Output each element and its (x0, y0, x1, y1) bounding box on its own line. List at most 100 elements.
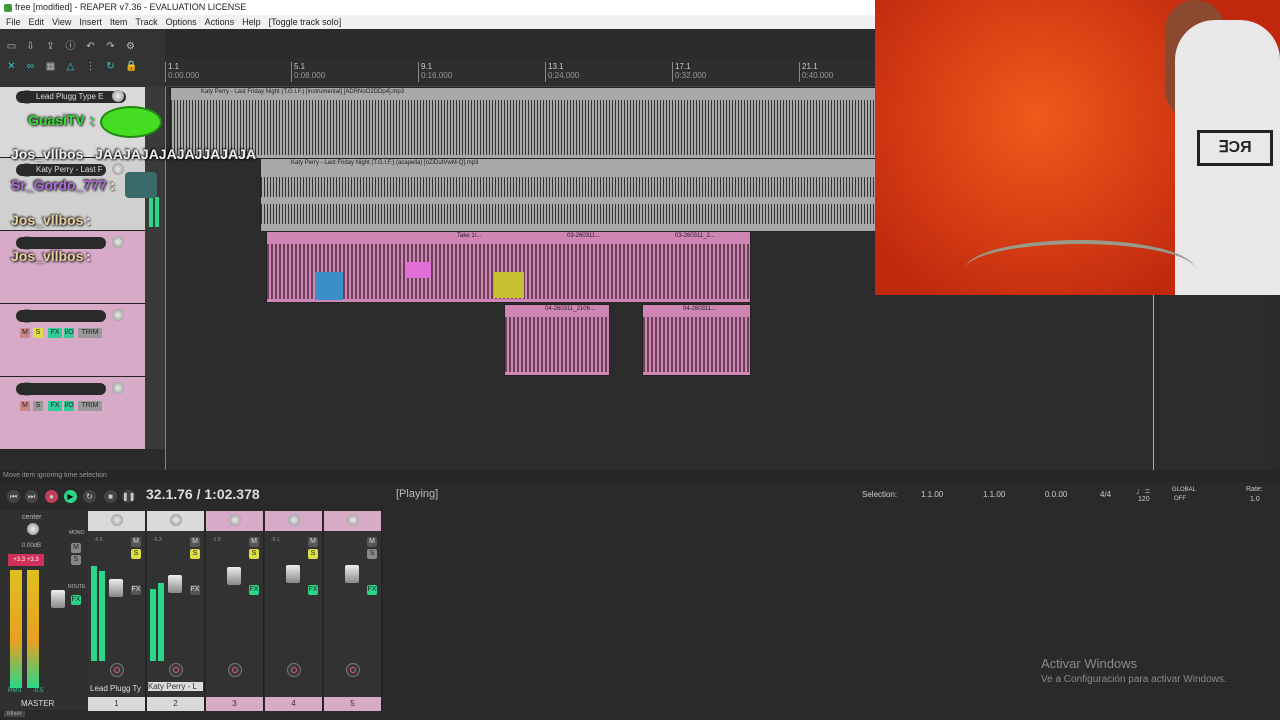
mute-button[interactable]: M (20, 401, 30, 411)
mono-button[interactable]: MONO (69, 530, 85, 536)
record-button[interactable]: ● (45, 490, 58, 503)
stop-button[interactable]: ■ (104, 490, 117, 503)
io-button[interactable]: I/O (64, 401, 74, 411)
volume-fader[interactable] (286, 565, 300, 583)
route-button[interactable]: ROUTE (68, 584, 86, 590)
timeline-ruler[interactable]: 1.1 0:00.000 5.1 0:08.000 9.1 0:16.000 13.1… (165, 58, 875, 87)
go-to-end-icon[interactable]: ⏭ (25, 490, 38, 503)
time-signature[interactable]: 4/4 (1100, 490, 1111, 499)
record-arm-button[interactable] (287, 663, 301, 677)
menu-file[interactable]: File (6, 17, 21, 27)
fx-button[interactable]: FX (367, 585, 377, 595)
pan-knob[interactable] (170, 514, 182, 526)
fx-button[interactable]: FX (131, 585, 141, 595)
volume-fader[interactable] (345, 565, 359, 583)
master-mute-button[interactable]: M (71, 543, 81, 553)
master-fx-button[interactable]: FX (71, 595, 81, 605)
strip-name[interactable]: Katy Perry - L (148, 682, 203, 691)
item-grouping-icon[interactable]: ∞ (25, 61, 36, 72)
repeat-button[interactable]: ↻ (83, 490, 96, 503)
menu-insert[interactable]: Insert (79, 17, 102, 27)
menu-track[interactable]: Track (135, 17, 157, 27)
record-arm-button[interactable] (346, 663, 360, 677)
solo-button[interactable]: S (367, 549, 377, 559)
record-arm-button[interactable] (110, 663, 124, 677)
track-4-header[interactable]: M S FX I/O TRIM (0, 304, 145, 377)
pan-knob[interactable] (229, 514, 241, 526)
lock-icon[interactable]: 🔒 (125, 61, 137, 72)
selected-item-region[interactable] (405, 262, 431, 278)
mixer-tab[interactable]: Mixer (4, 711, 25, 717)
volume-fader[interactable] (168, 575, 182, 593)
pan-knob[interactable] (288, 514, 300, 526)
save-project-icon[interactable]: ⇪ (45, 41, 56, 52)
metronome-icon[interactable]: ⚙ (125, 41, 136, 52)
track-5-header[interactable]: M S FX I/O TRIM (0, 377, 145, 450)
master-pan-knob[interactable] (27, 523, 39, 535)
media-item-recording[interactable]: 04-260311... (642, 304, 751, 376)
volume-knob[interactable] (112, 309, 124, 321)
play-button[interactable]: ▶ (64, 490, 77, 503)
rate-value[interactable]: 1.0 (1250, 496, 1260, 503)
selected-item-region[interactable] (494, 272, 524, 298)
mute-button[interactable]: M (249, 537, 259, 547)
track-3-header[interactable] (0, 231, 145, 304)
fx-button[interactable]: FX (190, 585, 200, 595)
selected-item-region[interactable] (315, 272, 343, 300)
mute-button[interactable]: M (367, 537, 377, 547)
redo-icon[interactable]: ↷ (105, 41, 116, 52)
menu-view[interactable]: View (52, 17, 71, 27)
pan-knob[interactable] (111, 514, 123, 526)
media-item-comp[interactable]: Take 1/... 03-260311... 03-260311_2... (266, 231, 751, 303)
menu-options[interactable]: Options (166, 17, 197, 27)
solo-button[interactable]: S (33, 401, 43, 411)
mute-button[interactable]: M (131, 537, 141, 547)
media-item-recording[interactable]: 04-260311_2106... (504, 304, 610, 376)
selection-start[interactable]: 1.1.00 (921, 490, 943, 499)
auto-crossfade-icon[interactable]: ↻ (105, 61, 116, 72)
volume-fader[interactable] (227, 567, 241, 585)
master-fader[interactable] (51, 590, 65, 608)
global-automation-state[interactable]: OFF (1174, 496, 1186, 502)
undo-icon[interactable]: ↶ (85, 41, 96, 52)
volume-knob[interactable] (112, 236, 124, 248)
menu-help[interactable]: Help (242, 17, 261, 27)
menu-toggle-track-solo[interactable]: [Toggle track solo] (269, 17, 342, 27)
mute-button[interactable]: M (308, 537, 318, 547)
volume-fader[interactable] (109, 579, 123, 597)
open-project-icon[interactable]: ⇩ (25, 41, 36, 52)
track-name[interactable]: Katy Perry - Last F (16, 164, 106, 176)
project-settings-icon[interactable]: ⓘ (65, 41, 76, 52)
pan-knob[interactable] (347, 514, 359, 526)
volume-knob[interactable] (112, 90, 124, 102)
solo-button[interactable]: S (33, 328, 43, 338)
fx-button[interactable]: FX (48, 328, 62, 338)
vertical-scrollbar[interactable] (1270, 295, 1280, 470)
metronome-note-icon[interactable]: ♩= (1136, 486, 1150, 496)
fx-button[interactable]: FX (48, 401, 62, 411)
menu-edit[interactable]: Edit (29, 17, 45, 27)
selection-end[interactable]: 1.1.00 (983, 490, 1005, 499)
snap-grid-icon[interactable]: ▦ (45, 61, 56, 72)
menu-item[interactable]: Item (110, 17, 128, 27)
tempo-bpm[interactable]: 120 (1138, 496, 1150, 503)
record-arm-button[interactable] (169, 663, 183, 677)
track-name[interactable] (16, 383, 106, 395)
selection-length[interactable]: 0.0.00 (1045, 490, 1067, 499)
trim-button[interactable]: TRIM (78, 328, 102, 338)
new-project-icon[interactable]: ▭ (6, 41, 17, 52)
volume-knob[interactable] (112, 382, 124, 394)
global-automation-label[interactable]: GLOBAL (1172, 487, 1196, 493)
mute-button[interactable]: M (20, 328, 30, 338)
envelope-points-icon[interactable]: △ (65, 61, 76, 72)
trim-button[interactable]: TRIM (78, 401, 102, 411)
solo-button[interactable]: S (190, 549, 200, 559)
solo-button[interactable]: S (249, 549, 259, 559)
solo-button[interactable]: S (131, 549, 141, 559)
fx-button[interactable]: FX (308, 585, 318, 595)
media-item-acapella[interactable]: Katy Perry - Last Friday Night (T.G.I.F.… (260, 158, 877, 232)
track-name[interactable]: Lead Plugg Type E (16, 91, 126, 103)
go-to-start-icon[interactable]: ⏮ (7, 490, 20, 503)
crossfade-icon[interactable]: ⋮ (85, 61, 96, 72)
pause-button[interactable]: ❚❚ (122, 490, 135, 503)
